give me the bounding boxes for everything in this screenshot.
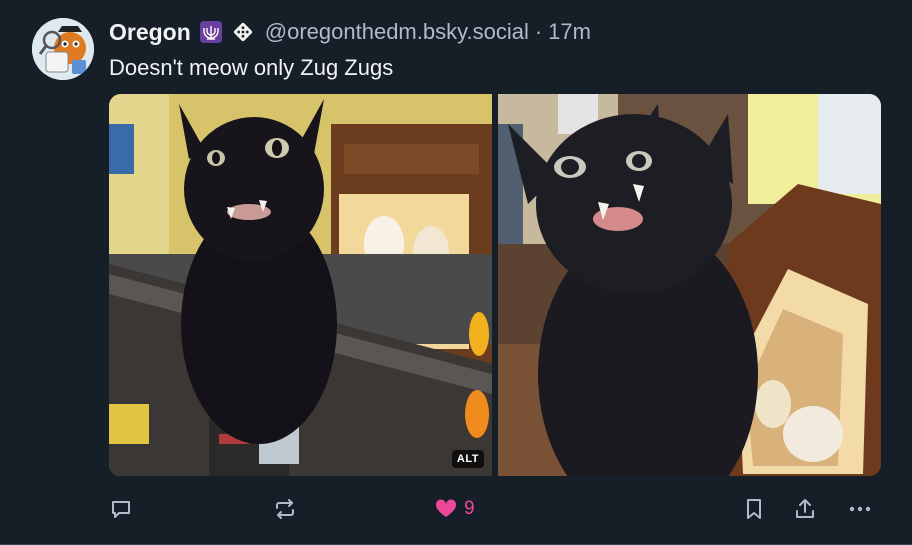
timestamp[interactable]: 17m: [548, 19, 591, 45]
heart-icon: [434, 497, 458, 521]
more-options-button[interactable]: [847, 494, 873, 524]
menorah-icon: [199, 20, 223, 44]
post-header: Oregon @oregonthedm.bsky.social · 17m: [109, 18, 591, 46]
post-text: Doesn't meow only Zug Zugs: [109, 55, 394, 80]
share-button[interactable]: [793, 494, 817, 524]
cat-photo-1: [109, 94, 492, 476]
photo-1[interactable]: ALT: [109, 94, 492, 476]
media-gallery: ALT: [109, 94, 881, 476]
reply-button[interactable]: [109, 494, 133, 524]
avatar[interactable]: [32, 18, 94, 80]
author-handle[interactable]: @oregonthedm.bsky.social: [265, 19, 529, 45]
post[interactable]: Oregon @oregonthedm.bsky.social · 17m Do…: [0, 0, 912, 545]
display-name[interactable]: Oregon: [109, 19, 191, 46]
repost-icon: [272, 497, 298, 521]
alt-badge[interactable]: ALT: [451, 450, 484, 468]
like-button[interactable]: 9: [434, 494, 475, 524]
reply-icon: [109, 497, 133, 521]
cat-photo-2: [498, 94, 881, 476]
photo-2[interactable]: [498, 94, 881, 476]
action-bar: 9: [109, 494, 881, 524]
share-icon: [793, 497, 817, 521]
bookmark-icon: [743, 497, 765, 521]
avatar-image: [32, 18, 94, 80]
dice-icon: [231, 20, 255, 44]
separator-dot: ·: [534, 19, 543, 44]
bookmark-button[interactable]: [743, 494, 765, 524]
like-count: 9: [464, 498, 475, 519]
repost-button[interactable]: [272, 494, 298, 524]
more-icon: [847, 497, 873, 521]
